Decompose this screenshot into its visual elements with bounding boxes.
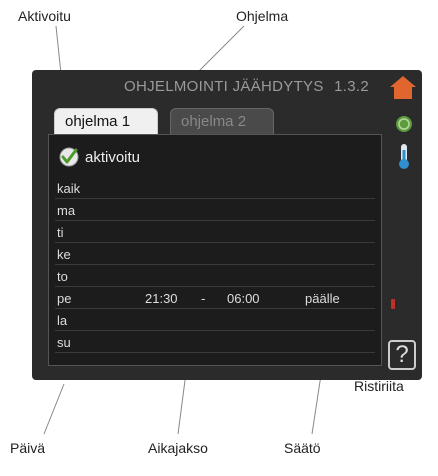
thermometer-icon [399, 144, 409, 169]
period-end-time[interactable]: 06:00 [227, 289, 260, 309]
day-row-ma[interactable]: ma [55, 201, 375, 221]
day-name: la [57, 313, 68, 328]
callout-conflict: Ristiriita [354, 378, 404, 394]
callout-program: Ohjelma [236, 8, 289, 24]
callout-time-period: Aikajakso [148, 440, 208, 456]
callout-setting: Säätö [284, 440, 321, 456]
tab-program-1[interactable]: ohjelma 1 [54, 108, 158, 134]
period-separator: - [201, 291, 206, 306]
day-row-la[interactable]: la [55, 311, 375, 331]
day-row-ke[interactable]: ke [55, 245, 375, 265]
activated-label: aktivoitu [85, 148, 141, 166]
checkmark-icon [59, 147, 79, 167]
day-name: to [57, 269, 68, 284]
period-start-time[interactable]: 21:30 [145, 289, 178, 309]
help-button[interactable]: ? [388, 340, 416, 370]
callout-day: Päivä [10, 440, 46, 456]
day-name: ke [57, 247, 71, 262]
day-row-kaik[interactable]: kaik [55, 179, 375, 199]
callout-activated: Aktivoitu [18, 8, 71, 24]
menu-title: OHJELMOINTI JÄÄHDYTYS [124, 78, 324, 95]
day-row-ti[interactable]: ti [55, 223, 375, 243]
day-name: su [57, 335, 71, 350]
day-name: ti [57, 225, 64, 240]
menu-number: 1.3.2 [334, 78, 370, 95]
house-icon[interactable] [388, 74, 418, 100]
activated-checkbox[interactable]: aktivoitu [59, 145, 140, 169]
day-row-su[interactable]: su [55, 333, 375, 353]
schedule-panel: aktivoitu kaik ma ti ke to pe 21:30 - 06… [48, 134, 382, 366]
display-screen: OHJELMOINTI JÄÄHDYTYS 1.3.2 ohjelma 1 oh… [32, 70, 422, 380]
screen-title: OHJELMOINTI JÄÄHDYTYS 1.3.2 [124, 78, 369, 95]
status-icon [396, 116, 412, 132]
day-row-to[interactable]: to [55, 267, 375, 287]
day-name: pe [57, 291, 72, 306]
day-row-pe[interactable]: pe 21:30 - 06:00 päälle [55, 289, 375, 309]
day-name: kaik [57, 181, 81, 196]
conflict-indicator [391, 299, 395, 309]
period-setting[interactable]: päälle [305, 289, 340, 309]
day-name: ma [57, 203, 76, 218]
tab-program-2[interactable]: ohjelma 2 [170, 108, 274, 134]
